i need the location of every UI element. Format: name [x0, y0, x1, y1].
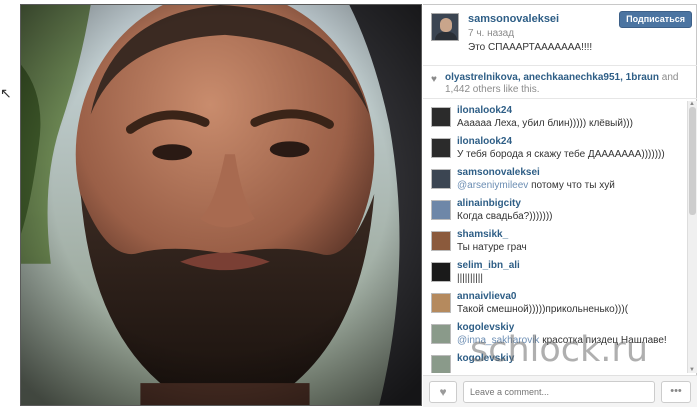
comment-text: Аааааа Леха, убил блин))))) клёвый))) [457, 118, 633, 129]
watermark: schlock.ru [470, 330, 649, 370]
commenter-avatar[interactable] [431, 324, 451, 344]
comment-row: ilonalook24 У тебя борода я скажу тебе ДА… [423, 134, 687, 166]
scroll-thumb[interactable] [689, 107, 696, 215]
commenter-avatar[interactable] [431, 231, 451, 251]
comment-text: @arseniymileev потому что ты хуй [457, 180, 615, 191]
comment-body: |||||||||| [457, 273, 483, 284]
comment-text: Когда свадьба?))))))) [457, 211, 553, 222]
like-button[interactable]: ♥ [429, 381, 457, 403]
comment-text: У тебя борода я скажу тебе ДААААААА)))))… [457, 149, 665, 160]
author-username[interactable]: samsonovaleksei [468, 13, 559, 25]
comment-text: Такой смешной)))))прикольненько)))( [457, 304, 628, 315]
comment-row: annaivlieva0 Такой смешной)))))прикольнен… [423, 289, 687, 321]
bearded-man-photo [21, 5, 421, 405]
comment-row: alinainbigcity Когда свадьба?))))))) [423, 196, 687, 228]
comment-body: Ты натуре грач [457, 242, 527, 253]
commenter-username[interactable]: alinainbigcity [457, 198, 521, 209]
commenter-username[interactable]: samsonovaleksei [457, 167, 540, 178]
author-avatar[interactable] [431, 13, 459, 41]
page-background [0, 0, 20, 410]
comment-body: Аааааа Леха, убил блин))))) клёвый))) [457, 118, 633, 129]
commenter-username[interactable]: shamsikk_ [457, 229, 508, 240]
more-options-button[interactable]: ••• [661, 381, 691, 403]
comment-row: ilonalook24 Аааааа Леха, убил блин))))) к… [423, 103, 687, 135]
heart-icon: ♥ [439, 385, 447, 399]
commenter-username[interactable]: selim_ibn_ali [457, 260, 520, 271]
commenter-avatar[interactable] [431, 355, 451, 373]
likes-text: olyastrelnikova, anechkaanechka951, 1bra… [445, 72, 690, 96]
comment-body: У тебя борода я скажу тебе ДААААААА)))))… [457, 149, 665, 160]
instagram-post-view: ↖ samsonovaleksei 7 ч. назад Это СПАААРТ… [0, 0, 700, 410]
comment-row: samsonovaleksei @arseniymileev потому что… [423, 165, 687, 197]
comment-body: Такой смешной)))))прикольненько)))( [457, 304, 629, 315]
comment-text: Ты натуре грач [457, 242, 527, 253]
likers-list[interactable]: olyastrelnikova, anechkaanechka951, 1bra… [445, 72, 659, 83]
post-caption: Это СПАААРТААААААА!!!! [468, 42, 593, 53]
comment-body: потому что ты хуй [528, 180, 615, 191]
commenter-avatar[interactable] [431, 138, 451, 158]
commenter-avatar[interactable] [431, 107, 451, 127]
commenter-username[interactable]: annaivlieva0 [457, 291, 516, 302]
more-icon: ••• [670, 385, 682, 397]
likes-section: ♥ olyastrelnikova, anechkaanechka951, 1b… [423, 65, 697, 99]
follow-button[interactable]: Подписаться [619, 11, 692, 28]
comment-row: selim_ibn_ali |||||||||| [423, 258, 687, 290]
comment-footer: ♥ ••• [423, 375, 697, 407]
mouse-cursor-icon: ↖ [0, 85, 12, 101]
comment-input[interactable] [463, 381, 655, 403]
post-time: 7 ч. назад [468, 28, 515, 39]
scroll-down-icon[interactable]: ▼ [689, 367, 695, 373]
comment-body: Когда свадьба?))))))) [457, 211, 553, 222]
commenter-avatar[interactable] [431, 200, 451, 220]
post-header: samsonovaleksei 7 ч. назад Это СПАААРТАА… [423, 5, 697, 61]
commenter-avatar[interactable] [431, 169, 451, 189]
comment-mention[interactable]: @arseniymileev [457, 180, 528, 191]
post-photo[interactable] [20, 4, 422, 406]
commenter-avatar[interactable] [431, 293, 451, 313]
heart-icon: ♥ [431, 74, 437, 85]
commenter-avatar[interactable] [431, 262, 451, 282]
commenter-username[interactable]: ilonalook24 [457, 136, 512, 147]
comment-text: |||||||||| [457, 273, 483, 284]
commenter-username[interactable]: ilonalook24 [457, 105, 512, 116]
comment-row: shamsikk_ Ты натуре грач [423, 227, 687, 259]
comments-scrollbar[interactable]: ▲ ▼ [687, 101, 697, 373]
